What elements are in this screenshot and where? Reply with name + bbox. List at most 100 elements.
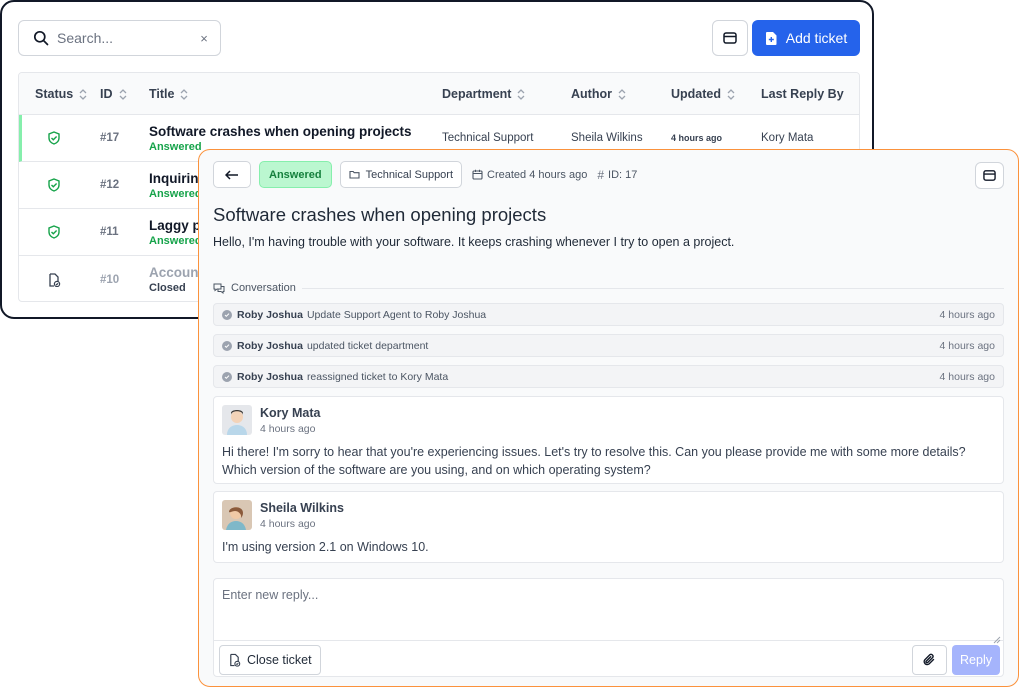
document-check-icon [230,653,241,667]
shield-check-icon [48,131,60,145]
calendar-icon [472,169,483,180]
sort-icon [180,88,188,100]
document-check-icon [49,272,61,287]
back-button[interactable] [213,161,251,188]
column-status[interactable]: Status [35,87,87,101]
column-author-label: Author [571,87,612,101]
resize-handle-icon[interactable] [993,631,1001,644]
message-author: Kory Mata [260,406,321,420]
sidebar-icon [983,170,996,181]
event-text: Update Support Agent to Roby Joshua [306,308,487,321]
message-card: Sheila Wilkins 4 hours ago I'm using ver… [213,491,1004,563]
status-badge: Answered [259,161,332,188]
conversation-label: Conversation [231,282,296,294]
message-header: Kory Mata 4 hours ago [222,405,995,435]
table-header: Status ID Title Department Author Update… [19,73,859,115]
sort-icon [119,88,127,100]
ticket-description: Hello, I'm having trouble with your soft… [213,235,735,249]
column-department[interactable]: Department [442,87,525,101]
ticket-id: #12 [100,179,120,191]
message-header: Sheila Wilkins 4 hours ago [222,500,995,530]
search-box[interactable]: × [18,20,221,56]
status-cell [47,209,61,255]
sort-icon [517,88,525,100]
event-actor: Roby Joshua [237,308,303,321]
title-cell: Account Closed [149,256,203,301]
add-ticket-label: Add ticket [785,30,848,46]
attach-file-button[interactable] [912,645,947,675]
id-meta: # ID: 17 [597,168,637,182]
ticket-title[interactable]: Account [149,265,203,280]
event-text: reassigned ticket to Kory Mata [306,370,449,383]
avatar [222,405,252,435]
message-body: Hi there! I'm sorry to hear that you're … [222,445,966,477]
sidebar-icon [723,32,737,44]
created-meta: Created 4 hours ago [472,169,587,181]
ticket-id: #11 [100,226,119,238]
ticket-detail-window: Answered Technical Support Created 4 hou… [198,149,1019,687]
ticket-id: #10 [100,273,120,286]
conversation-header: Conversation [213,282,1004,294]
toggle-sidebar-button[interactable] [975,162,1004,189]
sort-icon [79,88,87,100]
activity-event: Roby Joshua Update Support Agent to Roby… [213,303,1004,326]
event-time: 4 hours ago [939,339,995,352]
check-circle-icon [222,309,232,320]
column-last-reply-by-label: Last Reply By [761,87,844,101]
column-title[interactable]: Title [149,87,188,101]
column-id-label: ID [100,87,113,101]
reply-button[interactable]: Reply [952,645,1000,675]
clear-search-icon[interactable]: × [198,31,210,46]
event-time: 4 hours ago [939,370,995,383]
event-time: 4 hours ago [939,308,995,321]
ticket-title-heading: Software crashes when opening projects [213,204,547,225]
search-input[interactable] [57,30,198,46]
column-updated[interactable]: Updated [671,87,735,101]
column-title-label: Title [149,87,175,101]
message-body: I'm using version 2.1 on Windows 10. [222,540,429,554]
shield-check-icon [48,225,60,239]
ticket-status: Closed [149,282,186,294]
ticket-id-label: ID: 17 [608,168,638,181]
close-ticket-button[interactable]: Close ticket [219,645,321,675]
ticket-title[interactable]: Software crashes when opening projects [149,124,412,139]
search-icon [33,30,49,46]
reply-composer: Close ticket Reply [213,578,1004,677]
message-time: 4 hours ago [260,423,316,435]
message-card: Kory Mata 4 hours ago Hi there! I'm sorr… [213,396,1004,484]
reply-input[interactable] [214,579,1003,641]
shield-check-icon [48,178,60,192]
created-label: Created 4 hours ago [487,168,588,181]
ticket-status: Answered [149,187,202,200]
column-author[interactable]: Author [571,87,626,101]
check-circle-icon [222,340,232,351]
folder-icon [349,170,360,179]
column-last-reply-by[interactable]: Last Reply By [761,87,844,101]
ticket-id: #17 [100,132,120,144]
column-id[interactable]: ID [100,87,127,101]
add-ticket-button[interactable]: Add ticket [752,20,860,56]
status-cell [47,162,61,208]
sort-icon [727,88,735,100]
ticket-status: Answered [149,234,202,247]
file-plus-icon [765,31,777,45]
message-author: Sheila Wilkins [260,501,344,515]
department-badge[interactable]: Technical Support [339,161,463,188]
detail-top-bar: Answered Technical Support Created 4 hou… [213,161,637,188]
divider [301,287,1004,289]
paperclip-icon [923,653,935,666]
message-time: 4 hours ago [260,518,316,530]
avatar [222,500,252,530]
event-text: updated ticket department [306,339,429,352]
activity-event: Roby Joshua reassigned ticket to Kory Ma… [213,365,1004,388]
chat-icon [213,283,225,294]
check-circle-icon [222,371,232,382]
event-actor: Roby Joshua [237,339,303,352]
close-ticket-label: Close ticket [247,653,312,667]
sort-icon [618,88,626,100]
arrow-left-icon [225,169,238,180]
column-department-label: Department [442,87,512,101]
toggle-sidebar-button[interactable] [712,20,748,56]
column-updated-label: Updated [671,87,721,101]
department-badge-label: Technical Support [365,168,454,181]
